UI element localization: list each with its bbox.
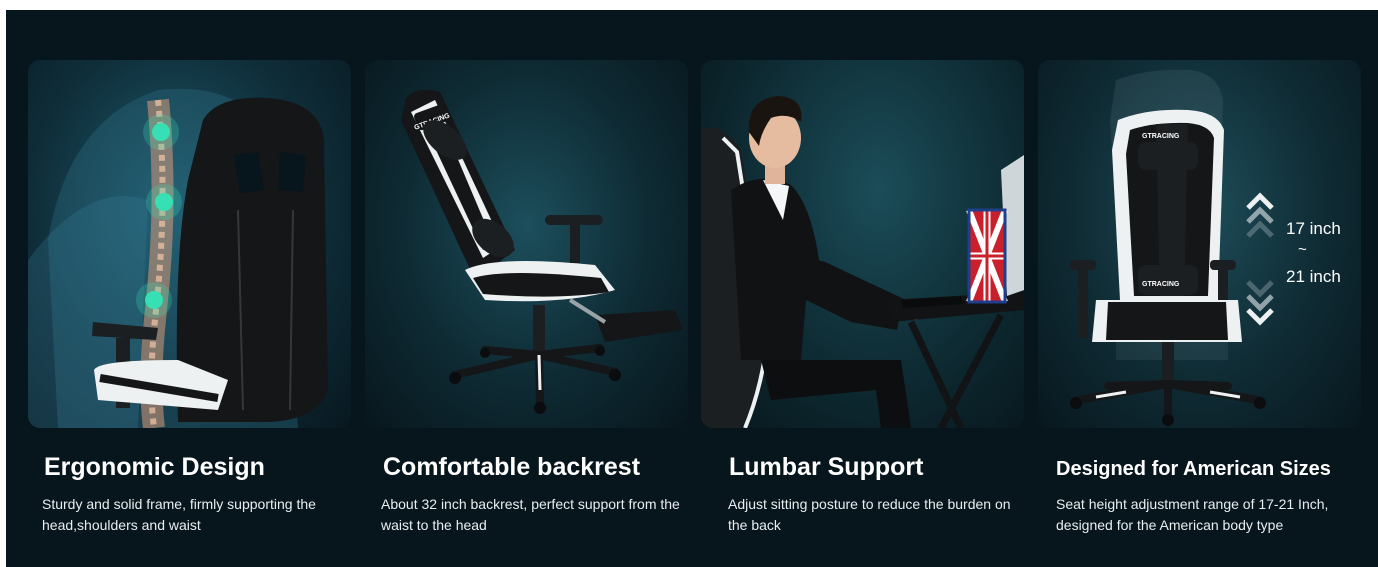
ergonomic-chair-image [28,88,328,428]
feature-desc-backrest: About 32 inch backrest, perfect support … [381,496,680,533]
feature-title-backrest: Comfortable backrest [383,453,641,481]
feature-title-american-sizes: Designed for American Sizes [1056,458,1331,480]
feature-card-american-sizes: GTRACING GTRACING 17 inch ~ 21 inch [1038,60,1361,428]
brand-logo-bottom: GTRACING [1142,281,1180,288]
feature-desc-lumbar: Adjust sitting posture to reduce the bur… [728,496,1011,533]
feature-card-ergonomic [28,60,351,428]
chevron-down-icon [1246,308,1274,326]
man-at-desk-image [701,96,1024,428]
feature-desc-american-sizes: Seat height adjustment range of 17-21 In… [1056,496,1329,533]
reclined-chair-image: GTRACING [401,89,683,414]
feature-banner: GTRACING GTRACING 17 inch ~ 21 inch Ergo… [6,10,1378,567]
height-range-separator: ~ [1298,241,1307,258]
feature-title-ergonomic: Ergonomic Design [44,453,265,481]
height-min-label: 17 inch [1286,219,1341,238]
height-adjust-chair-image: GTRACING GTRACING [1070,69,1274,426]
feature-desc-ergonomic: Sturdy and solid frame, firmly supportin… [42,496,316,533]
feature-title-lumbar: Lumbar Support [729,453,924,481]
feature-card-lumbar [701,60,1024,428]
height-max-label: 21 inch [1286,267,1341,286]
feature-card-backrest: GTRACING [365,60,688,428]
brand-logo-top: GTRACING [1142,133,1180,140]
chevron-up-icon [1246,192,1274,210]
